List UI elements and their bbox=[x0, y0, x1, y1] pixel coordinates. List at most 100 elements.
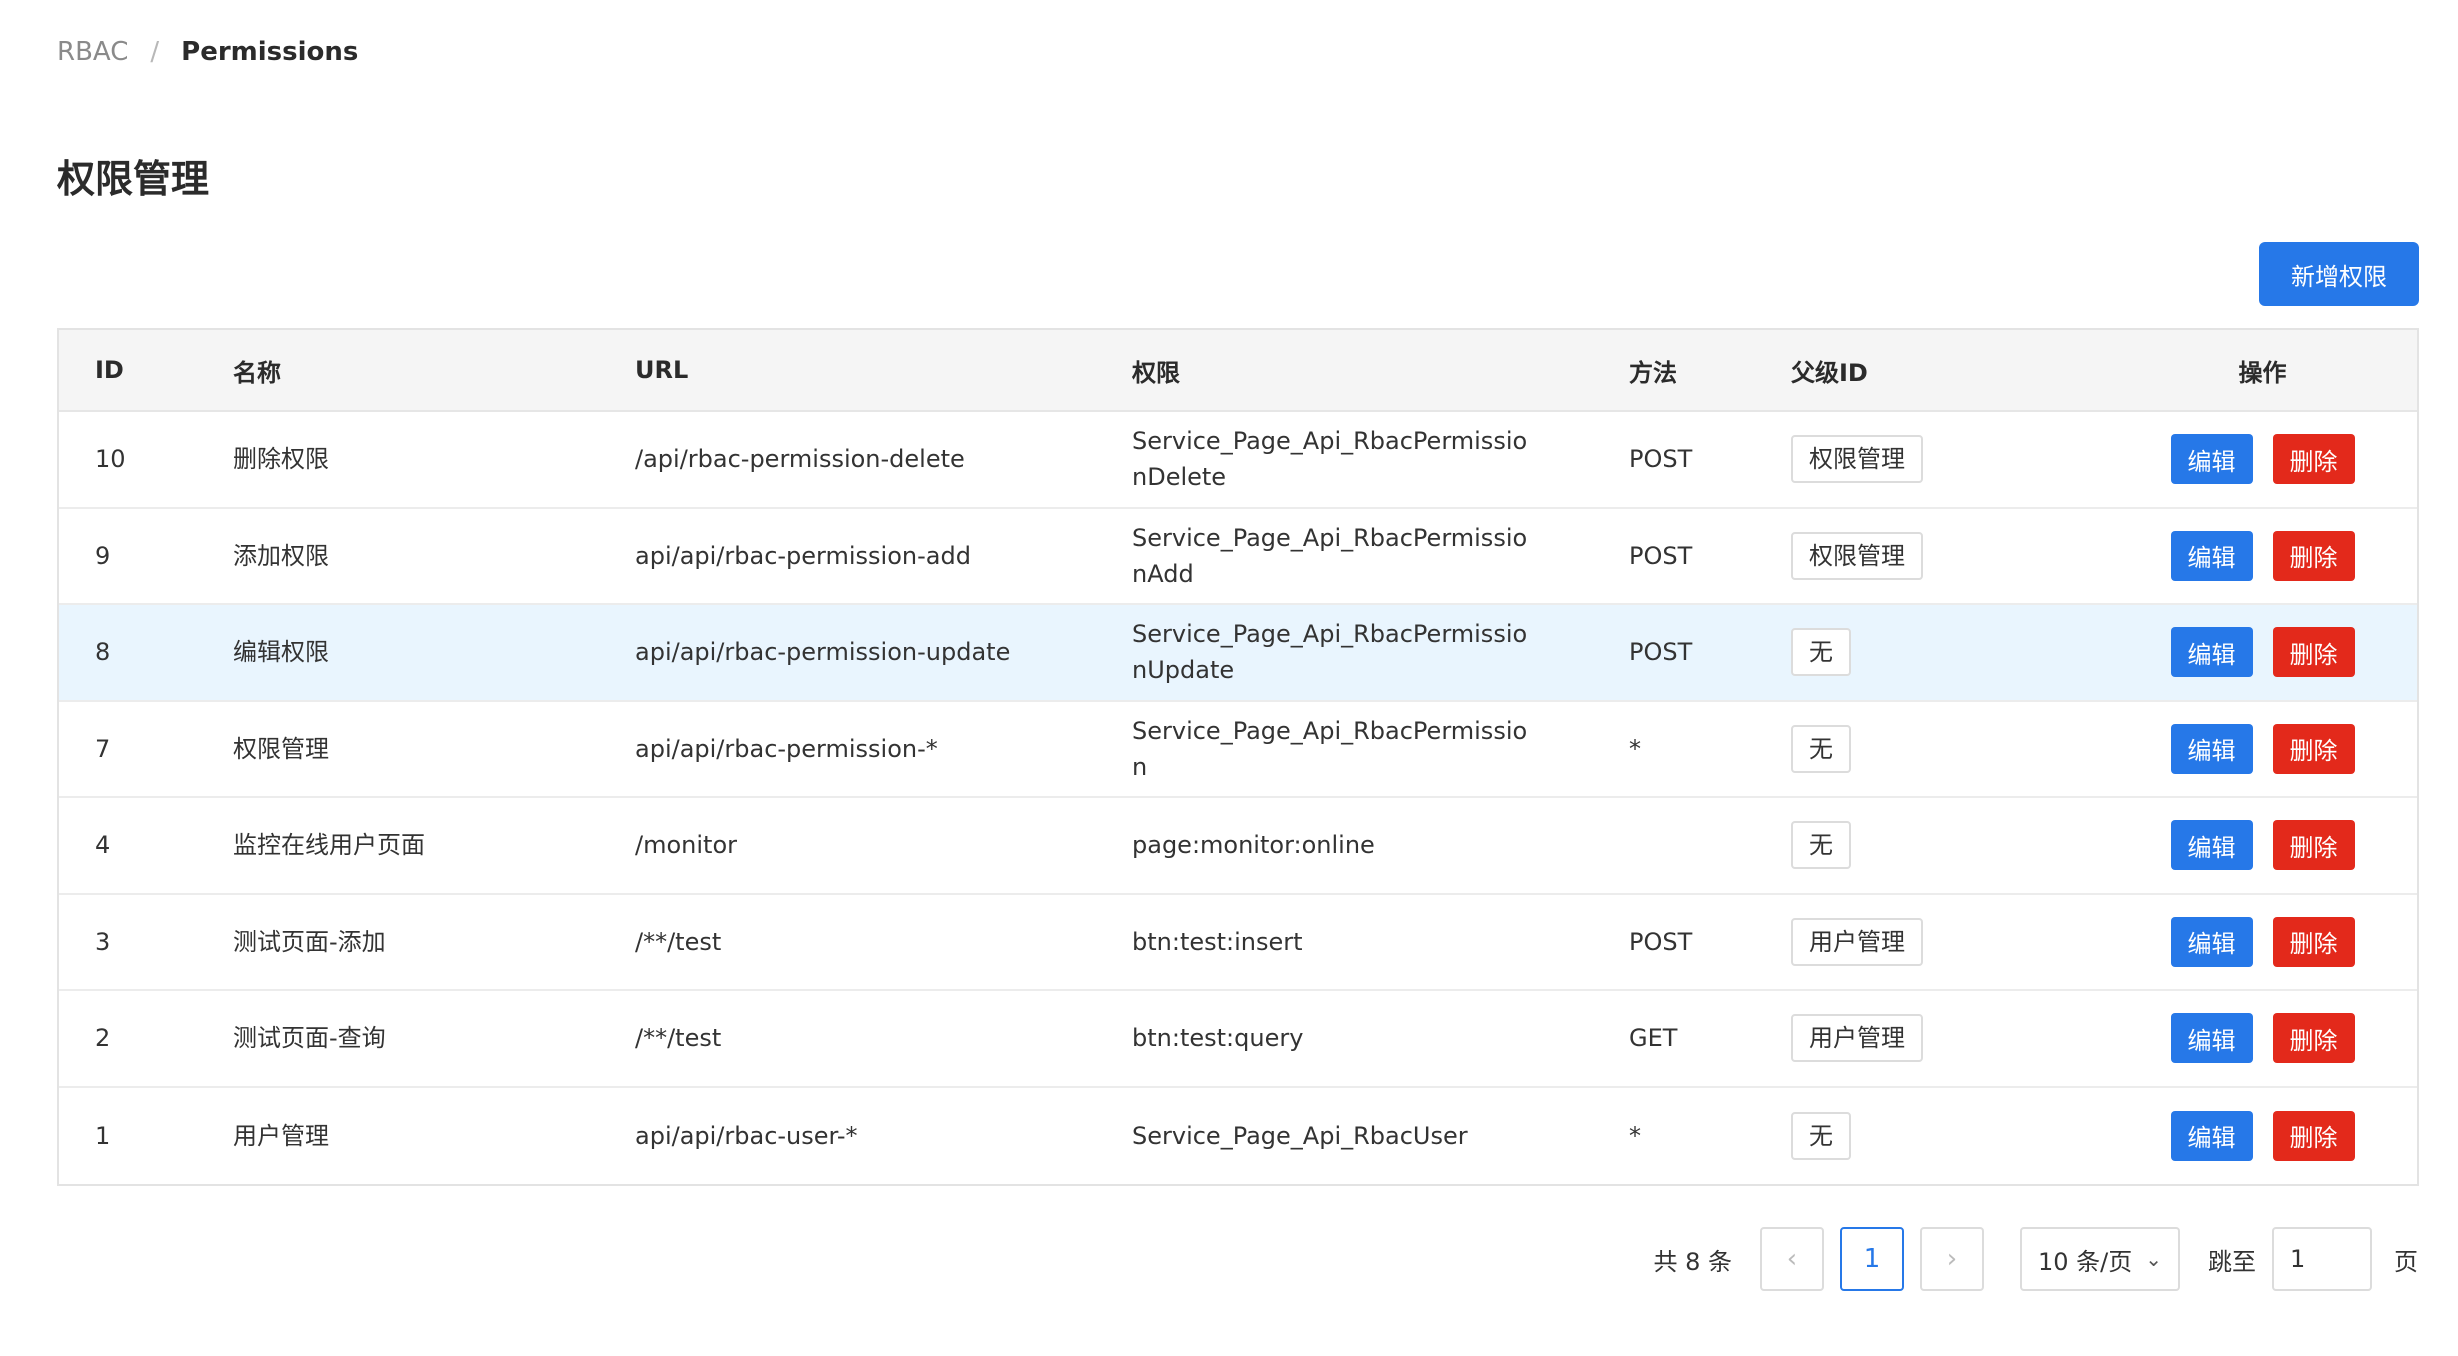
cell-name: 添加权限 bbox=[233, 541, 329, 570]
cell-method: * bbox=[1629, 734, 1641, 763]
parent-tag: 用户管理 bbox=[1791, 917, 1923, 966]
table-row: 1 用户管理 api/api/rbac-user-* Service_Page_… bbox=[59, 1088, 2417, 1185]
parent-tag: 用户管理 bbox=[1791, 1014, 1923, 1063]
header-permission: 权限 bbox=[1132, 358, 1180, 387]
permissions-table: ID 名称 URL 权限 方法 父级ID 操作 10 删除权限 /api/rba… bbox=[57, 328, 2419, 1186]
jump-label: 跳至 bbox=[2208, 1247, 2256, 1276]
delete-button[interactable]: 删除 bbox=[2272, 916, 2355, 967]
page-suffix-label: 页 bbox=[2394, 1247, 2418, 1276]
prev-page-button[interactable]: ‹ bbox=[1760, 1227, 1824, 1291]
header-method: 方法 bbox=[1629, 358, 1677, 387]
cell-permission: Service_Page_Api_RbacPermissionUpdate bbox=[1132, 620, 1528, 685]
cell-name: 测试页面-添加 bbox=[233, 927, 386, 956]
cell-url: api/api/rbac-permission-add bbox=[635, 541, 971, 570]
delete-button[interactable]: 删除 bbox=[2272, 530, 2355, 581]
cell-url: api/api/rbac-permission-* bbox=[635, 734, 938, 763]
cell-parent: 无 bbox=[1755, 628, 2108, 677]
cell-ops: 编辑 删除 bbox=[2108, 530, 2417, 581]
parent-tag: 无 bbox=[1791, 724, 1851, 773]
edit-button[interactable]: 编辑 bbox=[2170, 723, 2253, 774]
cell-method: POST bbox=[1629, 541, 1693, 570]
edit-button[interactable]: 编辑 bbox=[2170, 916, 2253, 967]
cell-method: POST bbox=[1629, 638, 1693, 667]
header-name: 名称 bbox=[233, 358, 281, 387]
cell-url: /**/test bbox=[635, 1024, 722, 1053]
cell-id: 7 bbox=[95, 734, 111, 763]
parent-tag: 无 bbox=[1791, 1111, 1851, 1160]
cell-id: 3 bbox=[95, 927, 111, 956]
table-row: 9 添加权限 api/api/rbac-permission-add Servi… bbox=[59, 509, 2417, 605]
edit-button[interactable]: 编辑 bbox=[2170, 1013, 2253, 1064]
cell-permission: Service_Page_Api_RbacUser bbox=[1132, 1121, 1468, 1150]
edit-button[interactable]: 编辑 bbox=[2170, 820, 2253, 871]
next-page-button[interactable]: › bbox=[1920, 1227, 1984, 1291]
table-row: 7 权限管理 api/api/rbac-permission-* Service… bbox=[59, 702, 2417, 798]
delete-button[interactable]: 删除 bbox=[2272, 723, 2355, 774]
breadcrumb-separator: / bbox=[150, 37, 160, 67]
table-row: 3 测试页面-添加 /**/test btn:test:insert POST … bbox=[59, 895, 2417, 991]
cell-id: 4 bbox=[95, 831, 111, 860]
delete-button[interactable]: 删除 bbox=[2272, 434, 2355, 485]
cell-ops: 编辑 删除 bbox=[2108, 434, 2417, 485]
add-permission-button[interactable]: 新增权限 bbox=[2259, 242, 2419, 306]
chevron-down-icon: ⌄ bbox=[2145, 1247, 2162, 1271]
cell-name: 权限管理 bbox=[233, 734, 329, 763]
cell-id: 9 bbox=[95, 541, 111, 570]
cell-permission: btn:test:insert bbox=[1132, 927, 1303, 956]
cell-id: 8 bbox=[95, 638, 111, 667]
table-row: 8 编辑权限 api/api/rbac-permission-update Se… bbox=[59, 605, 2417, 702]
cell-method: POST bbox=[1629, 927, 1693, 956]
chevron-right-icon: › bbox=[1946, 1244, 1958, 1274]
cell-name: 删除权限 bbox=[233, 445, 329, 474]
cell-parent: 用户管理 bbox=[1755, 917, 2108, 966]
cell-ops: 编辑 删除 bbox=[2108, 1110, 2417, 1161]
cell-ops: 编辑 删除 bbox=[2108, 627, 2417, 678]
table-header: ID 名称 URL 权限 方法 父级ID 操作 bbox=[59, 330, 2417, 412]
breadcrumb-current: Permissions bbox=[181, 37, 359, 67]
cell-parent: 权限管理 bbox=[1755, 531, 2108, 580]
parent-tag: 权限管理 bbox=[1791, 531, 1923, 580]
delete-button[interactable]: 删除 bbox=[2272, 1110, 2355, 1161]
table-row: 2 测试页面-查询 /**/test btn:test:query GET 用户… bbox=[59, 991, 2417, 1088]
cell-method: POST bbox=[1629, 445, 1693, 474]
header-ops: 操作 bbox=[2238, 358, 2287, 387]
breadcrumb-root-link[interactable]: RBAC bbox=[57, 37, 128, 67]
cell-parent: 用户管理 bbox=[1755, 1014, 2108, 1063]
cell-name: 用户管理 bbox=[233, 1121, 329, 1150]
cell-permission: Service_Page_Api_RbacPermissionDelete bbox=[1132, 427, 1528, 492]
cell-id: 10 bbox=[95, 445, 126, 474]
parent-tag: 权限管理 bbox=[1791, 435, 1923, 484]
parent-tag: 无 bbox=[1791, 628, 1851, 677]
cell-parent: 无 bbox=[1755, 821, 2108, 870]
edit-button[interactable]: 编辑 bbox=[2170, 530, 2253, 581]
cell-method: * bbox=[1629, 1121, 1641, 1150]
page-size-select[interactable]: 10 条/页 ⌄ bbox=[2020, 1227, 2180, 1291]
page-size-value: 10 条/页 bbox=[2038, 1247, 2133, 1276]
cell-url: api/api/rbac-permission-update bbox=[635, 638, 1011, 667]
edit-button[interactable]: 编辑 bbox=[2170, 627, 2253, 678]
delete-button[interactable]: 删除 bbox=[2272, 1013, 2355, 1064]
cell-parent: 权限管理 bbox=[1755, 435, 2108, 484]
table-row: 4 监控在线用户页面 /monitor page:monitor:online … bbox=[59, 798, 2417, 895]
jump-page-input[interactable] bbox=[2272, 1227, 2372, 1291]
edit-button[interactable]: 编辑 bbox=[2170, 1110, 2253, 1161]
cell-ops: 编辑 删除 bbox=[2108, 1013, 2417, 1064]
cell-parent: 无 bbox=[1755, 724, 2108, 773]
edit-button[interactable]: 编辑 bbox=[2170, 434, 2253, 485]
cell-name: 监控在线用户页面 bbox=[233, 831, 425, 860]
cell-name: 编辑权限 bbox=[233, 638, 329, 667]
delete-button[interactable]: 删除 bbox=[2272, 820, 2355, 871]
cell-permission: page:monitor:online bbox=[1132, 831, 1375, 860]
page-title: 权限管理 bbox=[57, 157, 210, 201]
cell-url: /api/rbac-permission-delete bbox=[635, 445, 965, 474]
pagination: 共 8 条 ‹ 1 › 10 条/页 ⌄ 跳至 页 bbox=[1653, 1226, 2418, 1292]
table-row: 10 删除权限 /api/rbac-permission-delete Serv… bbox=[59, 412, 2417, 509]
cell-method: GET bbox=[1629, 1024, 1678, 1053]
cell-id: 1 bbox=[95, 1121, 111, 1150]
cell-name: 测试页面-查询 bbox=[233, 1024, 386, 1053]
cell-url: /monitor bbox=[635, 831, 737, 860]
cell-permission: Service_Page_Api_RbacPermission bbox=[1132, 716, 1528, 781]
delete-button[interactable]: 删除 bbox=[2272, 627, 2355, 678]
page-number-button[interactable]: 1 bbox=[1840, 1227, 1904, 1291]
header-parent: 父级ID bbox=[1791, 358, 1868, 387]
